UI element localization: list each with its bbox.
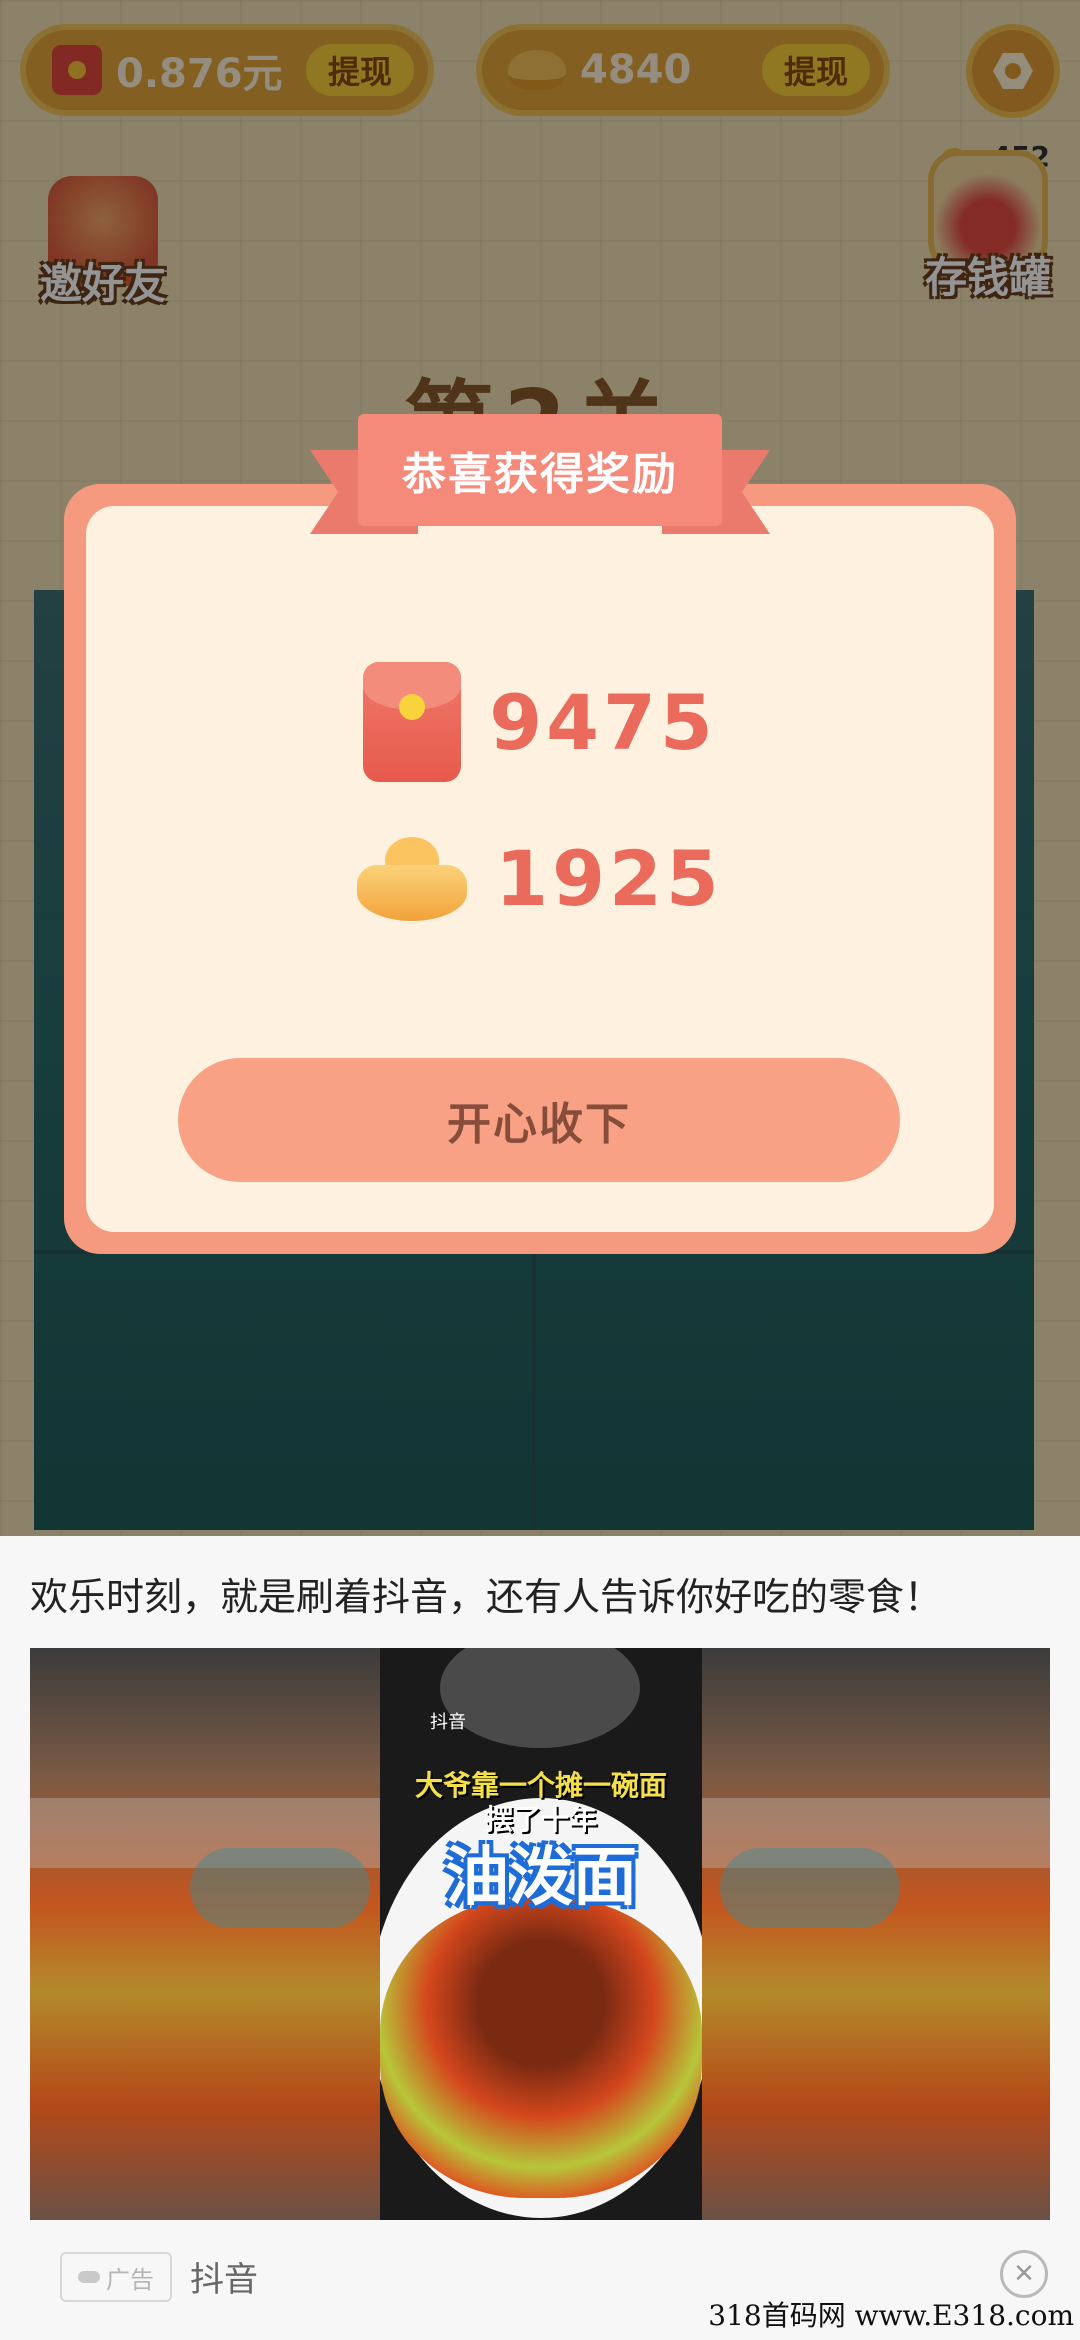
ad-title[interactable]: 欢乐时刻，就是刷着抖音，还有人告诉你好吃的零食！ — [30, 1566, 942, 1621]
ad-badge-label: 广告 — [106, 2265, 154, 2294]
ad-card[interactable]: 欢乐时刻，就是刷着抖音，还有人告诉你好吃的零食！ 抖音 大爷靠一个摊一碗面 摆了… — [0, 1536, 1080, 2340]
gold-value: 1925 — [495, 834, 723, 923]
close-icon[interactable]: ✕ — [1000, 2250, 1048, 2298]
gold-reward: 1925 — [86, 834, 994, 923]
reward-dialog-body: 9475 1925 开心收下 — [86, 506, 994, 1232]
cloud-icon — [78, 2271, 100, 2283]
video-brand-label: 抖音 — [430, 1712, 466, 1733]
ribbon-banner: 恭喜获得奖励 — [310, 414, 770, 546]
dialog-title: 恭喜获得奖励 — [358, 414, 722, 526]
red-packet-reward: 9475 — [86, 662, 994, 782]
gold-ingot-icon — [357, 836, 468, 921]
ad-source: 抖音 — [190, 2260, 258, 2300]
watermark: 318首码网 www.E318.com — [708, 2299, 1074, 2332]
ad-badge: 广告 — [60, 2252, 172, 2302]
noodle-dish-image — [380, 1898, 702, 2198]
ad-media[interactable]: 抖音 大爷靠一个摊一碗面 摆了十年 油泼面 — [30, 1648, 1050, 2220]
red-packet-value: 9475 — [489, 677, 717, 767]
red-packet-icon — [363, 662, 462, 782]
accept-reward-button[interactable]: 开心收下 — [178, 1058, 900, 1182]
reward-dialog: 9475 1925 开心收下 — [64, 484, 1016, 1254]
video-caption-title: 油泼面 — [445, 1841, 637, 1915]
ad-video[interactable]: 抖音 大爷靠一个摊一碗面 摆了十年 油泼面 — [380, 1648, 702, 2220]
